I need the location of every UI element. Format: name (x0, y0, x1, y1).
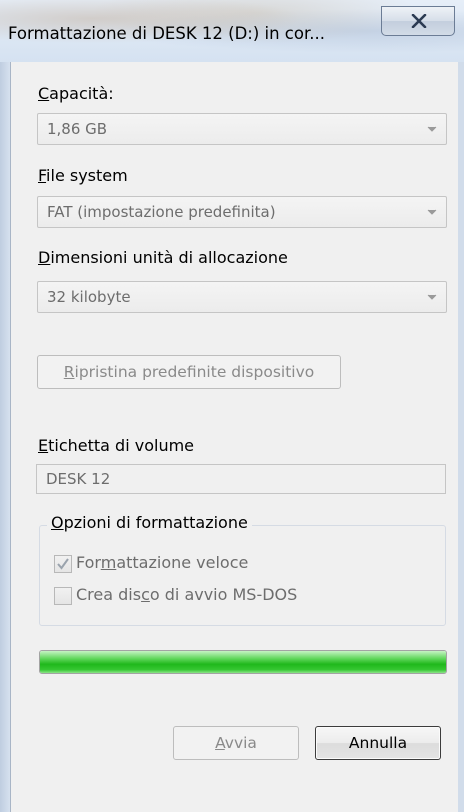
chevron-down-icon (427, 294, 437, 300)
capacity-dropdown[interactable]: 1,86 GB (37, 113, 447, 145)
quick-format-label: Formattazione veloce (76, 553, 249, 572)
allocation-label: Dimensioni unità di allocazione (38, 248, 288, 267)
window-title: Formattazione di DESK 12 (D:) in cor... (8, 24, 325, 43)
file-system-value: FAT (impostazione predefinita) (47, 203, 276, 221)
file-system-dropdown[interactable]: FAT (impostazione predefinita) (37, 196, 447, 228)
chevron-down-icon (427, 126, 437, 132)
allocation-dropdown[interactable]: 32 kilobyte (37, 281, 447, 313)
file-system-label: File system (38, 166, 128, 185)
format-progress-bar (39, 650, 447, 674)
allocation-value: 32 kilobyte (47, 288, 131, 306)
start-button[interactable]: Avvia (173, 726, 299, 760)
format-options-group (39, 525, 446, 626)
title-bar: Formattazione di DESK 12 (D:) in cor... (0, 0, 464, 62)
chevron-down-icon (427, 209, 437, 215)
cancel-button[interactable]: Annulla (315, 726, 441, 760)
volume-label-value: DESK 12 (46, 470, 111, 488)
restore-defaults-button[interactable]: Ripristina predefinite dispositivo (37, 355, 341, 389)
capacity-value: 1,86 GB (47, 120, 108, 138)
format-options-title: Opzioni di formattazione (47, 513, 252, 532)
close-icon (411, 14, 427, 28)
window-frame-left (0, 62, 10, 812)
msdos-boot-disk-checkbox[interactable] (54, 587, 72, 605)
format-dialog: Formattazione di DESK 12 (D:) in cor... … (0, 0, 464, 812)
volume-label-input[interactable]: DESK 12 (36, 464, 446, 494)
window-frame-right (458, 62, 464, 812)
quick-format-checkbox[interactable] (54, 555, 72, 573)
progress-fill (40, 651, 446, 673)
checkmark-icon (57, 558, 69, 570)
close-button[interactable] (381, 6, 455, 36)
capacity-label: Capacità: (38, 84, 114, 103)
volume-label-label: Etichetta di volume (38, 436, 195, 455)
msdos-boot-disk-label: Crea disco di avvio MS-DOS (76, 585, 298, 604)
